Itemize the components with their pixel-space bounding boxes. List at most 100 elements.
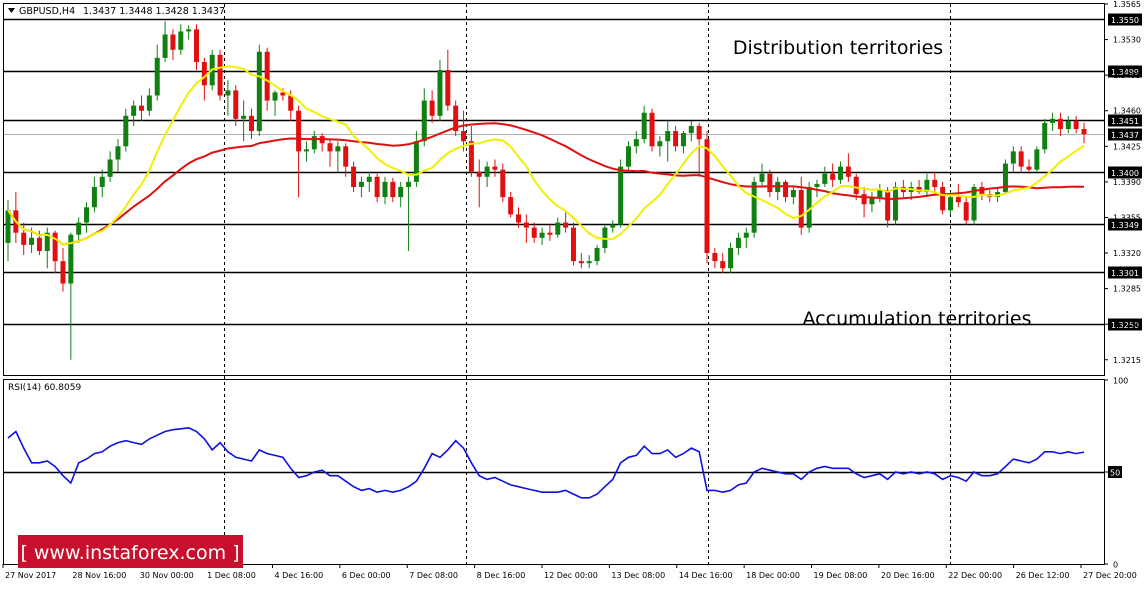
candle-body xyxy=(735,237,741,248)
candle-body xyxy=(186,29,192,32)
accumulation-label: Accumulation territories xyxy=(803,308,1032,330)
candle-body xyxy=(1073,120,1079,130)
current-price-label: 1.3437 xyxy=(1111,131,1139,140)
rsi-label: RSI(14) 60.8059 xyxy=(8,383,81,393)
candle-body xyxy=(123,115,129,147)
candle-body xyxy=(327,143,333,152)
candle-body xyxy=(139,105,145,111)
candle-body xyxy=(1065,120,1071,130)
candle-body xyxy=(60,261,66,284)
candle-body xyxy=(84,207,90,223)
candle-body xyxy=(296,110,302,152)
candle-body xyxy=(170,34,176,50)
candle-body xyxy=(610,224,616,228)
candle-body xyxy=(29,237,35,245)
candle-body xyxy=(1026,166,1032,170)
time-tick-label: 8 Dec 16:00 xyxy=(477,571,526,580)
candle-body xyxy=(1081,129,1087,135)
candle-body xyxy=(248,115,254,132)
candle-body xyxy=(178,31,184,50)
candle-body xyxy=(539,232,545,238)
candle-body xyxy=(641,112,647,140)
time-tick-label: 13 Dec 08:00 xyxy=(611,571,665,580)
candle-body xyxy=(963,202,969,221)
candle-body xyxy=(696,125,702,140)
candle-body xyxy=(241,115,247,119)
candle-body xyxy=(390,181,396,198)
distribution-label: Distribution territories xyxy=(733,37,943,59)
candle-body xyxy=(618,166,624,225)
candle-body xyxy=(649,112,655,147)
candle-body xyxy=(885,190,891,221)
level-label: 1.3301 xyxy=(1111,269,1139,278)
price-tick-label: 1.3425 xyxy=(1113,142,1141,151)
level-label: 1.3400 xyxy=(1111,169,1139,178)
candle-body xyxy=(162,34,168,58)
candle-body xyxy=(1057,118,1063,130)
candle-body xyxy=(783,181,789,198)
candle-body xyxy=(712,253,718,262)
candle-body xyxy=(720,261,726,269)
level-label: 1.3550 xyxy=(1111,16,1139,25)
price-tick-label: 1.3215 xyxy=(1113,356,1141,365)
candle-body xyxy=(99,176,105,187)
time-tick-label: 1 Dec 08:00 xyxy=(207,571,256,580)
price-tick-label: 1.3250 xyxy=(1113,320,1141,329)
chart-canvas: 1.35501.34991.34511.34001.33491.33011.32… xyxy=(2,0,1142,580)
time-tick-label: 12 Dec 00:00 xyxy=(544,571,598,580)
candle-body xyxy=(398,186,404,198)
candle-body xyxy=(437,70,443,116)
rsi-tick-label: 100 xyxy=(1113,377,1128,386)
price-tick-label: 1.3355 xyxy=(1113,213,1141,222)
time-tick-label: 30 Nov 00:00 xyxy=(140,571,194,580)
candle-body xyxy=(680,133,686,147)
candle-body xyxy=(154,57,160,96)
candle-body xyxy=(461,131,467,142)
candle-body xyxy=(861,194,867,205)
time-tick-label: 20 Dec 16:00 xyxy=(881,571,935,580)
candle-body xyxy=(531,227,537,238)
time-tick-label: 18 Dec 00:00 xyxy=(746,571,800,580)
time-tick-label: 26 Dec 12:00 xyxy=(1016,571,1070,580)
symbol-label: GBPUSD,H4 xyxy=(19,6,75,17)
candle-body xyxy=(673,131,679,147)
candle-body xyxy=(5,210,11,243)
candle-body xyxy=(217,54,223,96)
time-tick-label: 6 Dec 00:00 xyxy=(342,571,391,580)
candle-body xyxy=(798,190,804,228)
time-tick-label: 7 Dec 08:00 xyxy=(409,571,458,580)
candle-body xyxy=(146,95,152,111)
candle-body xyxy=(578,261,584,264)
candle-body xyxy=(955,197,961,203)
candle-body xyxy=(492,166,498,170)
candle-body xyxy=(633,139,639,147)
price-tick-label: 1.3565 xyxy=(1113,0,1141,9)
candle-body xyxy=(366,176,372,182)
candle-body xyxy=(193,29,199,62)
candle-body xyxy=(476,171,482,177)
candle-body xyxy=(759,173,765,182)
candle-body xyxy=(1042,122,1048,150)
candle-body xyxy=(500,169,506,198)
candle-body xyxy=(751,181,757,233)
candle-body xyxy=(838,166,844,180)
candle-body xyxy=(822,173,828,184)
candle-body xyxy=(1010,151,1016,164)
candle-body xyxy=(947,197,953,211)
candle-body xyxy=(853,176,859,195)
candle-body xyxy=(343,146,349,167)
candle-body xyxy=(351,166,357,187)
candle-body xyxy=(303,149,309,152)
candle-body xyxy=(704,139,710,254)
candle-body xyxy=(421,100,427,142)
candle-body xyxy=(445,70,451,106)
chart-window: 1.3550 1.3499 1.3451 1.3400 1.3349 1.3301 1.32… xyxy=(0,0,1147,585)
ohlc-label: 1.3437 1.3448 1.3428 1.3437 xyxy=(83,6,225,17)
candle-body xyxy=(940,186,946,211)
candle-body xyxy=(131,105,137,116)
candle-body xyxy=(1018,151,1024,167)
price-tick-label: 1.3530 xyxy=(1113,36,1141,45)
candle-body xyxy=(115,146,121,160)
candle-body xyxy=(225,90,231,96)
candle-body xyxy=(382,181,388,198)
